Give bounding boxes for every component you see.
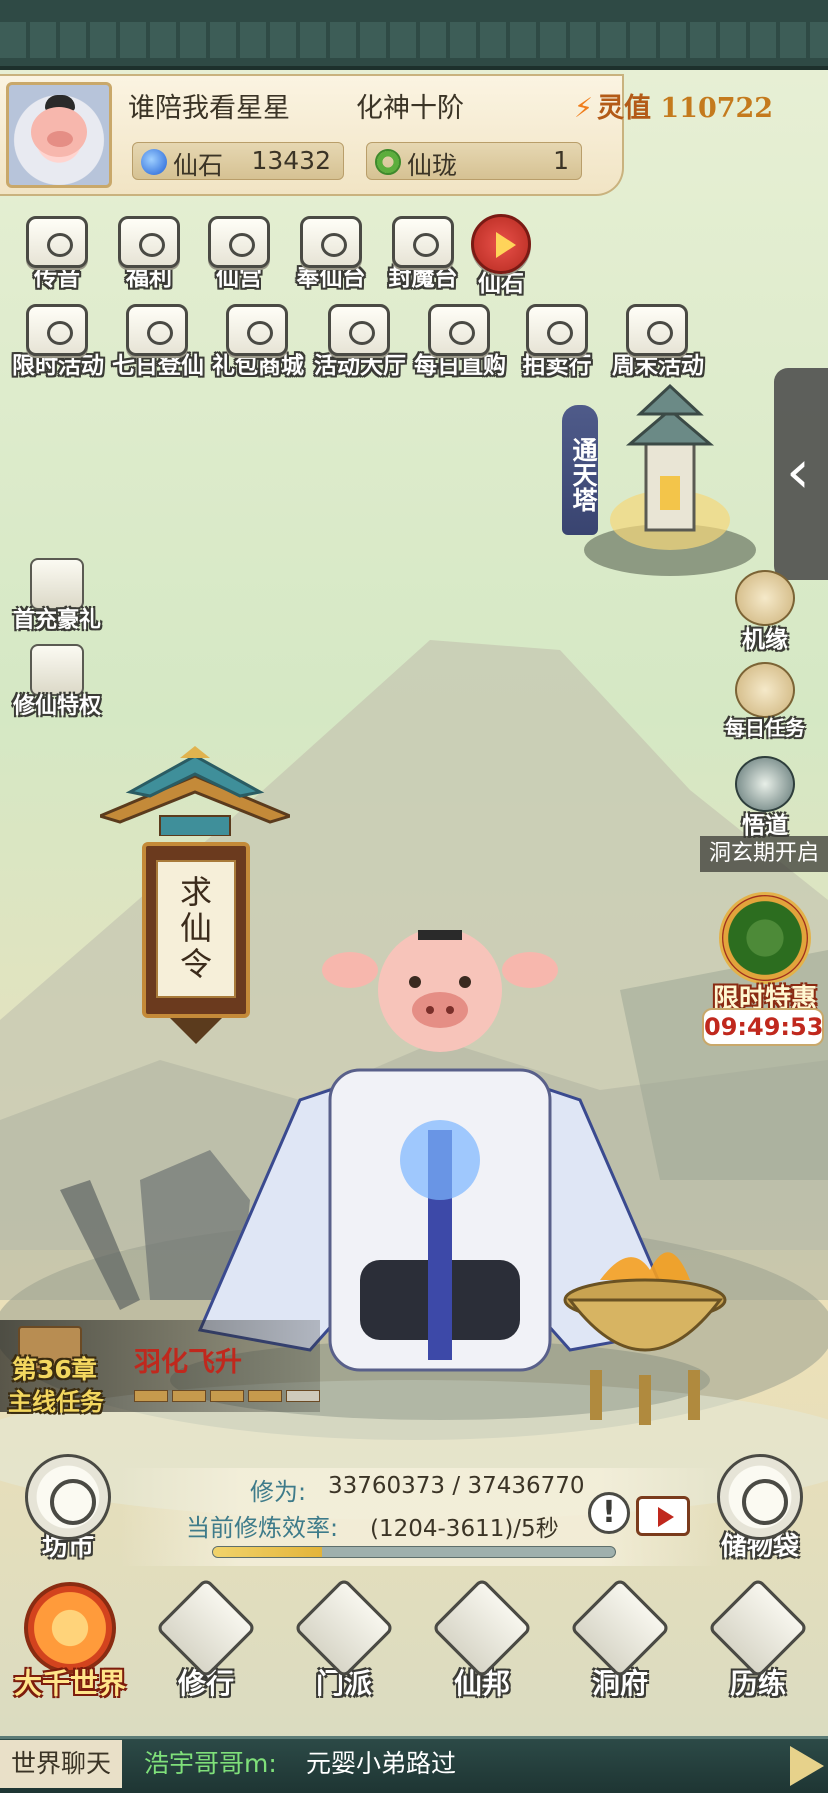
seven-day-button[interactable]: 七日登仙 <box>112 304 204 380</box>
palace-button[interactable]: 仙宫 <box>194 216 284 292</box>
daily-task-button[interactable]: 每日任务 <box>710 662 820 741</box>
nav-sect[interactable]: 门派 <box>280 1577 408 1702</box>
player-name: 谁陪我看星星 <box>128 93 290 124</box>
fate-label: 机缘 <box>742 627 788 653</box>
fate-button[interactable]: 机缘 <box>710 570 820 654</box>
quest-progress-segment <box>248 1390 282 1402</box>
quest-progress-segment <box>134 1390 168 1402</box>
palace-icon <box>208 216 270 268</box>
nav-world[interactable]: 大千世界 <box>6 1582 134 1702</box>
privilege-label: 修仙特权 <box>12 694 101 719</box>
lantern-roof <box>100 746 290 836</box>
wudao-label: 悟道 <box>742 813 788 839</box>
nav-cultivate[interactable]: 修行 <box>142 1577 270 1702</box>
cultivation-label: 修为: <box>250 1478 307 1506</box>
welfare-button[interactable]: 福利 <box>104 216 194 292</box>
market-button[interactable]: 坊市 <box>8 1454 128 1563</box>
chat-message: 元婴小弟路过 <box>306 1749 457 1778</box>
cultivation-rate-label: 当前修炼效率: <box>186 1514 339 1542</box>
chapter-subtitle: 主线任务 <box>8 1388 104 1416</box>
nav-cave[interactable]: 洞府 <box>556 1577 684 1702</box>
first-recharge-button[interactable]: 首充豪礼 <box>2 558 112 634</box>
currency-jade[interactable]: 仙珑 1 <box>366 142 582 180</box>
altar-button[interactable]: 奉仙台 <box>286 216 376 292</box>
quest-progress-segment <box>172 1390 206 1402</box>
top-frame <box>0 0 828 70</box>
nav-alliance[interactable]: 仙邦 <box>418 1577 546 1702</box>
play-icon <box>471 214 531 274</box>
storage-bag-button[interactable]: 储物袋 <box>700 1454 820 1563</box>
limited-offer-button[interactable]: 限时特惠 <box>710 892 820 1015</box>
clock-icon <box>26 304 88 356</box>
currency-jade-label: 仙珑 <box>407 151 458 180</box>
cloud-icon <box>735 570 795 626</box>
privilege-button[interactable]: 修仙特权 <box>2 644 112 720</box>
quest-name: 羽化飞升 <box>134 1347 242 1378</box>
chat-channel-label[interactable]: 世界聊天 <box>0 1740 122 1788</box>
weekend-event-button[interactable]: 周末活动 <box>612 304 704 380</box>
gift-shop-button[interactable]: 礼包商城 <box>212 304 304 380</box>
jade-ring-icon <box>375 149 401 175</box>
wudao-button[interactable]: 悟道 <box>710 756 820 840</box>
nav-trial[interactable]: 历练 <box>694 1577 822 1702</box>
bag-icon <box>717 1454 803 1540</box>
currency-stone-value: 13432 <box>251 146 331 175</box>
first-recharge-label: 首充豪礼 <box>12 608 101 633</box>
stone-play-button[interactable]: 仙石 <box>456 214 546 298</box>
envelope-icon <box>26 216 88 268</box>
currency-stone[interactable]: 仙石 13432 <box>132 142 344 180</box>
chat-sender[interactable]: 浩宇哥哥m: <box>144 1740 277 1788</box>
quest-progress <box>134 1390 320 1402</box>
player-avatar[interactable] <box>6 82 112 188</box>
chevron-left-icon: ‹ <box>786 437 810 507</box>
lightning-icon: ⚡ <box>574 93 593 124</box>
scroll-icon <box>735 662 795 718</box>
lotus-crown-icon <box>392 216 454 268</box>
cultivation-rate-value: (1204-3611)/5秒 <box>370 1516 559 1542</box>
cultivation-value: 33760373 / 37436770 <box>328 1473 585 1499</box>
calendar-icon <box>626 304 688 356</box>
gift-box-icon <box>118 216 180 268</box>
tower-label[interactable]: 通天塔 <box>562 405 598 535</box>
wudao-unlock-hint: 洞玄期开启 <box>700 836 828 872</box>
shop-icon <box>226 304 288 356</box>
quest-progress-segment <box>286 1390 320 1402</box>
chapter-number: 第36章 <box>12 1355 97 1384</box>
auction-button[interactable]: 拍卖行 <box>512 304 602 380</box>
altar-icon <box>300 216 362 268</box>
limited-event-button[interactable]: 限时活动 <box>12 304 104 380</box>
coin-icon <box>328 304 390 356</box>
daily-task-label: 每日任务 <box>725 716 805 740</box>
message-button[interactable]: 传音 <box>12 216 102 292</box>
world-swirl-icon <box>24 1582 116 1674</box>
info-exclamation-icon[interactable]: ! <box>588 1492 630 1534</box>
market-icon <box>25 1454 111 1540</box>
nav-world-label: 大千世界 <box>13 1667 126 1700</box>
coin-bag-icon <box>428 304 490 356</box>
yin-yang-icon <box>735 756 795 812</box>
blue-gem-icon <box>141 149 167 175</box>
power-label: 灵值 <box>596 93 651 124</box>
currency-stone-label: 仙石 <box>173 151 224 180</box>
quest-progress-segment <box>210 1390 244 1402</box>
gavel-icon <box>526 304 588 356</box>
offer-countdown: 09:49:53 <box>702 1008 824 1046</box>
incense-burner <box>563 1252 727 1425</box>
cultivation-progress-bar <box>212 1546 616 1558</box>
video-reward-button[interactable] <box>636 1496 690 1536</box>
power-value: 110722 <box>660 93 774 124</box>
power-display: ⚡ 灵值 110722 <box>574 86 773 125</box>
player-rank: 化神十阶 <box>356 93 464 124</box>
jade-disc-icon <box>719 892 811 984</box>
event-hall-button[interactable]: 活动大厅 <box>314 304 406 380</box>
currency-jade-value: 1 <box>553 146 569 175</box>
lotus-icon <box>126 304 188 356</box>
demon-seal-button[interactable]: 封魔台 <box>378 216 468 292</box>
side-panel-toggle[interactable]: ‹ <box>774 368 828 580</box>
daily-purchase-button[interactable]: 每日直购 <box>414 304 506 380</box>
